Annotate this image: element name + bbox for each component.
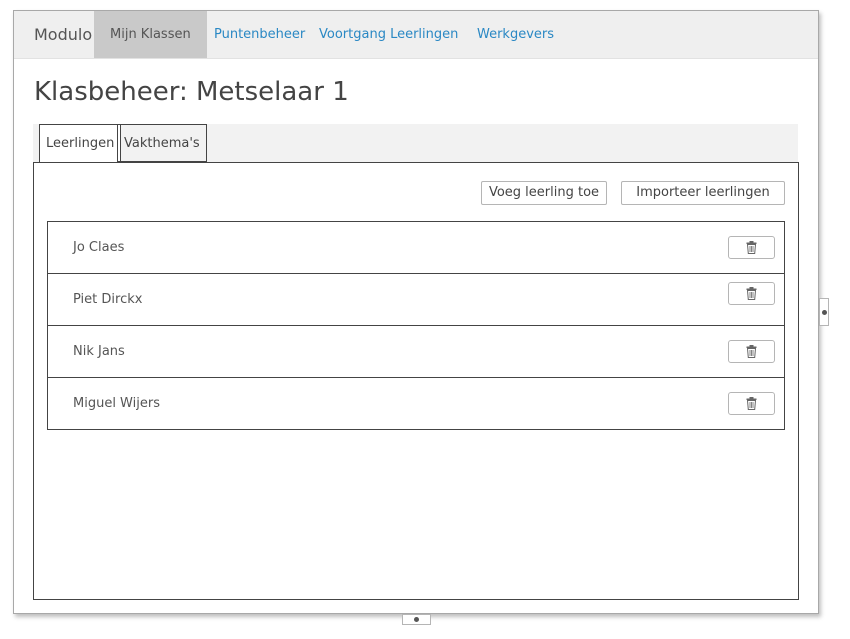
navbar: Modulo Mijn Klassen Puntenbeheer Voortga… [14,11,818,59]
page-title: Klasbeheer: Metselaar 1 [34,77,349,107]
delete-student-button[interactable] [728,282,775,305]
tab-leerlingen[interactable]: Leerlingen [39,124,122,164]
student-name: Piet Dirckx [73,292,143,307]
nav-item-werkgevers[interactable]: Werkgevers [477,11,554,58]
student-row: Jo Claes [47,221,785,274]
trash-icon [746,287,757,300]
students-list: Jo Claes Piet Dirckx Nik Jans Miguel Wij… [47,221,785,430]
trash-icon [746,345,757,358]
handle-dot-icon [822,310,827,315]
resize-handle-bottom[interactable] [402,614,431,625]
resize-handle-right[interactable] [819,298,829,326]
students-panel: Voeg leerling toe Importeer leerlingen J… [33,162,799,600]
delete-student-button[interactable] [728,392,775,415]
nav-item-mijn-klassen[interactable]: Mijn Klassen [94,11,207,58]
student-row: Nik Jans [47,325,785,378]
trash-icon [746,397,757,410]
nav-item-voortgang-leerlingen[interactable]: Voortgang Leerlingen [319,11,458,58]
delete-student-button[interactable] [728,236,775,259]
app-window: Modulo Mijn Klassen Puntenbeheer Voortga… [13,10,819,614]
tab-vakthemas[interactable]: Vakthema's [117,124,207,162]
brand-logo: Modulo [34,25,93,44]
delete-student-button[interactable] [728,340,775,363]
student-row: Miguel Wijers [47,377,785,430]
add-student-button[interactable]: Voeg leerling toe [481,181,607,205]
student-row: Piet Dirckx [47,273,785,326]
student-name: Nik Jans [73,344,125,359]
nav-item-puntenbeheer[interactable]: Puntenbeheer [214,11,305,58]
student-name: Miguel Wijers [73,396,160,411]
tab-bar: Leerlingen Vakthema's [33,124,798,164]
student-name: Jo Claes [73,240,125,255]
handle-dot-icon [414,617,419,622]
import-students-button[interactable]: Importeer leerlingen [621,181,785,205]
trash-icon [746,241,757,254]
